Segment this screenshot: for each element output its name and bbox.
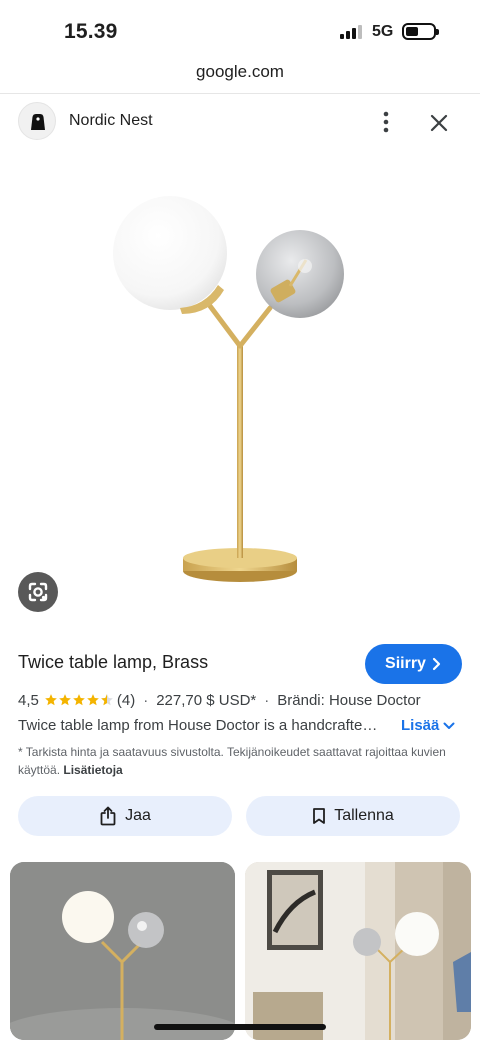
status-bar: 15.39 5G: [0, 0, 480, 62]
home-indicator[interactable]: [154, 1024, 326, 1030]
star-half-icon: [101, 694, 113, 706]
share-label: Jaa: [125, 807, 151, 824]
lens-search-button[interactable]: [18, 572, 58, 612]
star-icon: [45, 694, 57, 706]
rating-value: 4,5: [18, 691, 39, 709]
chevron-down-icon: [443, 722, 455, 729]
save-button[interactable]: Tallenna: [246, 796, 460, 836]
brand: Brändi: House Doctor: [277, 691, 421, 709]
rating-stars: [44, 693, 114, 707]
source-name[interactable]: Nordic Nest: [69, 112, 153, 130]
price: 227,70 $ USD*: [156, 691, 257, 709]
status-time: 15.39: [64, 20, 118, 43]
divider: [0, 93, 480, 94]
star-icon: [73, 694, 85, 706]
more-vert-icon[interactable]: [372, 108, 400, 136]
source-logo-icon[interactable]: [18, 102, 56, 140]
product-description: Twice table lamp from House Doctor is a …: [18, 717, 378, 734]
bookmark-icon: [313, 808, 326, 824]
product-title: Twice table lamp, Brass: [18, 652, 209, 672]
star-icon: [59, 694, 71, 706]
share-icon: [100, 806, 116, 826]
more-link[interactable]: Lisää: [401, 717, 455, 734]
battery-icon: [402, 23, 439, 40]
related-image[interactable]: [10, 862, 235, 1040]
product-image[interactable]: [0, 148, 480, 628]
signal-icon: [340, 25, 362, 39]
save-label: Tallenna: [334, 807, 394, 824]
lens-icon: [28, 582, 48, 602]
url-text: google.com: [196, 62, 284, 81]
visit-button[interactable]: Siirry: [365, 644, 462, 684]
share-button[interactable]: Jaa: [18, 796, 232, 836]
network-type: 5G: [372, 23, 394, 40]
related-image[interactable]: [245, 862, 471, 1040]
learn-more-link[interactable]: Lisätietoja: [63, 763, 122, 777]
url-bar[interactable]: google.com: [0, 62, 480, 94]
disclaimer: * Tarkista hinta ja saatavuus sivustolta…: [18, 743, 462, 779]
star-icon: [87, 694, 99, 706]
source-header: Nordic Nest: [0, 100, 480, 144]
visit-label: Siirry: [385, 655, 426, 672]
chevron-right-icon: [432, 657, 441, 671]
more-label: Lisää: [401, 717, 440, 734]
review-count: (4): [116, 691, 136, 709]
product-meta: 4,5 (4) · 227,70 $ USD* · Brändi: House …: [18, 691, 421, 709]
close-icon[interactable]: [424, 108, 454, 138]
